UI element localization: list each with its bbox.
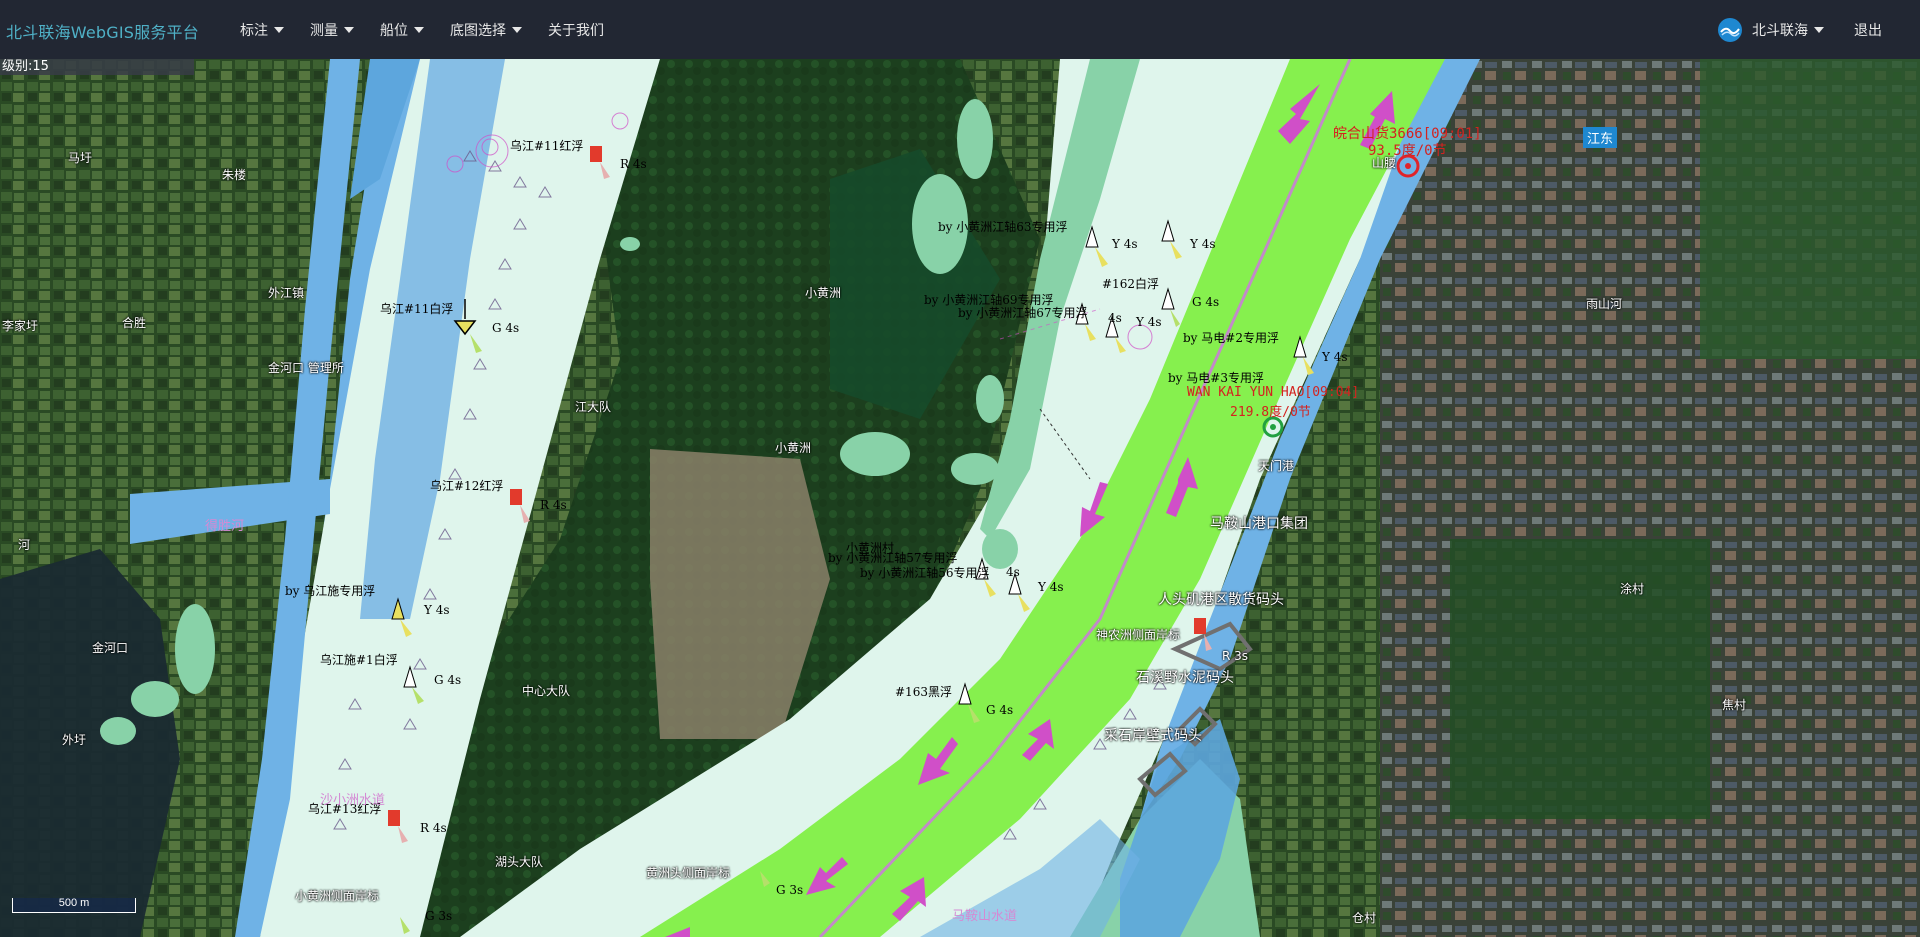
buoy-light: R 4s: [420, 821, 447, 835]
place-label: 涂村: [1620, 582, 1645, 596]
chevron-down-icon: [414, 26, 424, 33]
buoy-label: by 小黄洲江轴67专用浮: [958, 306, 1088, 320]
buoy-light: Y 4s: [1112, 237, 1138, 251]
buoy-label: #162白浮: [1102, 277, 1159, 291]
logout-button[interactable]: 退出: [1854, 20, 1882, 40]
menu-about-label: 关于我们: [548, 22, 604, 39]
buoy-light: 4s: [1108, 311, 1122, 325]
brand-title[interactable]: 北斗联海WebGIS服务平台: [6, 19, 199, 43]
menu-ship-position-label: 船位: [380, 22, 408, 39]
waterway-label: 沙小洲水道: [320, 793, 386, 808]
buoy-light: G 4s: [986, 703, 1014, 717]
buoy-label: 乌江#11白浮: [380, 302, 454, 316]
buoy-label: by 马电#3专用浮: [1168, 371, 1264, 385]
wave-logo-icon: [1720, 27, 1740, 36]
chevron-down-icon: [344, 26, 354, 33]
buoy-label: 乌江施#1白浮: [320, 653, 398, 667]
buoy-label: 小黄洲侧面岸标: [295, 889, 380, 903]
place-label: 中心大队: [522, 684, 571, 698]
place-label: 雨山河: [1586, 297, 1623, 311]
place-label: 湖头大队: [495, 855, 544, 869]
place-label: 合胜: [122, 316, 147, 330]
buoy-label: by 马电#2专用浮: [1183, 331, 1279, 345]
river-label: 河: [18, 538, 31, 552]
buoy-label: 乌江#11红浮: [510, 139, 584, 153]
buoy-label: by 乌江施专用浮: [285, 584, 376, 598]
menu-measure-label: 测量: [310, 22, 338, 39]
place-label: 外江镇: [268, 286, 305, 300]
buoy-label: #163黑浮: [895, 685, 952, 699]
buoy-light: G 4s: [1192, 295, 1220, 309]
user-name: 北斗联海: [1752, 22, 1808, 39]
menu-about[interactable]: 关于我们: [548, 20, 604, 40]
place-label: 人头矶港区散货码头: [1158, 592, 1284, 608]
place-label: 马鞍山港口集团: [1210, 516, 1308, 532]
place-label: 金河口 管理所: [268, 361, 344, 375]
ship-name-label: WAN KAI YUN HAO[09:04]: [1187, 385, 1360, 400]
chevron-down-icon: [274, 26, 284, 33]
scale-label: 500 m: [58, 897, 90, 909]
place-label: 江大队: [575, 400, 612, 414]
buoy-light: G 4s: [492, 321, 520, 335]
buoy-light: Y 4s: [1322, 350, 1348, 364]
buoy-light: Y 4s: [424, 603, 450, 617]
main-menu: 标注 测量 船位 底图选择 关于我们: [240, 0, 630, 59]
menu-basemap-label: 底图选择: [450, 22, 506, 39]
place-label: 小黄洲: [775, 441, 812, 455]
buoy-light: Y 4s: [1136, 315, 1162, 329]
buoy-label: 黄洲头侧面岸标: [646, 866, 731, 880]
place-label: 外圩: [62, 733, 87, 747]
menu-annotate[interactable]: 标注: [240, 20, 284, 40]
zoom-level: 级别:15: [0, 59, 194, 75]
buoy-light: G 3s: [425, 909, 453, 923]
place-label: 石溪野水泥码头: [1136, 670, 1234, 686]
user-menu[interactable]: 北斗联海: [1752, 20, 1824, 40]
buoy-label: by 小黄洲江轴56专用浮: [860, 566, 990, 580]
buoy-label: 乌江#12红浮: [430, 479, 504, 493]
place-label: 李家圩: [2, 319, 39, 333]
buoy-light: Y 4s: [1038, 580, 1064, 594]
buoy-label: 神农洲侧面岸标: [1096, 628, 1181, 642]
place-label: 朱楼: [222, 168, 247, 182]
avatar[interactable]: [1718, 17, 1742, 42]
place-label: 金河口: [92, 641, 129, 655]
place-label: 马圩: [68, 151, 93, 165]
chevron-down-icon: [1814, 26, 1824, 33]
ship-course-label: 219.8度/0节: [1230, 405, 1311, 420]
buoy-light: 4s: [1006, 565, 1020, 579]
place-label: 山腰: [1372, 156, 1397, 170]
buoy-light: G 4s: [434, 673, 462, 687]
place-label: 小黄洲: [805, 286, 842, 300]
waterway-label: 马鞍山水道: [952, 909, 1018, 924]
menu-measure[interactable]: 测量: [310, 20, 354, 40]
map-layers: [0, 59, 1920, 937]
user-area: 北斗联海 退出: [1718, 0, 1920, 59]
menu-basemap[interactable]: 底图选择: [450, 20, 522, 40]
river-label: 得胜河: [205, 519, 245, 534]
scale-bar: 500 m: [12, 897, 136, 913]
place-label: 天门港: [1258, 459, 1295, 473]
place-badge: 江东: [1583, 127, 1618, 148]
buoy-light: R 4s: [540, 498, 567, 512]
place-label: 仓村: [1352, 911, 1377, 925]
buoy-light: G 3s: [776, 883, 804, 897]
top-navbar: 北斗联海WebGIS服务平台 标注 测量 船位 底图选择 关于我们 北斗联海 退…: [0, 0, 1920, 59]
place-label: 采石岸壁式码头: [1104, 728, 1202, 744]
menu-annotate-label: 标注: [240, 22, 268, 39]
place-label: 焦村: [1722, 698, 1747, 712]
buoy-light: R 3s: [1222, 649, 1249, 663]
buoy-label: by 小黄洲江轴63专用浮: [938, 220, 1068, 234]
chevron-down-icon: [512, 26, 522, 33]
menu-ship-position[interactable]: 船位: [380, 20, 424, 40]
map-canvas[interactable]: 级别:15 皖合山货3666[09:01] 93.5度/0节 WAN KAI Y…: [0, 59, 1920, 937]
buoy-light: R 4s: [620, 157, 647, 171]
buoy-light: Y 4s: [1190, 237, 1216, 251]
